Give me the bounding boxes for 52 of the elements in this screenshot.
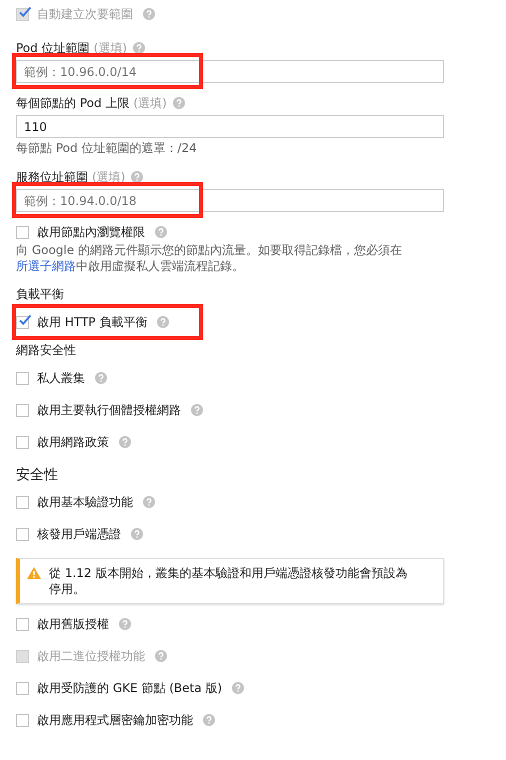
input-field[interactable]: 範例：10.96.0.0/14 — [16, 60, 444, 83]
help-icon[interactable] — [155, 226, 167, 238]
checkbox[interactable] — [16, 436, 29, 448]
checkbox-label: 啟用 HTTP 負載平衡 — [37, 314, 148, 330]
checkbox[interactable] — [16, 496, 29, 508]
help-icon[interactable] — [203, 714, 215, 726]
section-heading: 安全性 — [16, 466, 59, 484]
group-label: 負載平衡 — [16, 286, 65, 303]
checkbox[interactable] — [16, 316, 29, 328]
checkbox[interactable] — [16, 714, 29, 726]
description-text: 向 Google 的網路元件顯示您的節點內流量。如要取得記錄檔，您必須在 所選子網路中啟用虛擬私人雲端流程記錄。 — [16, 242, 403, 274]
help-icon[interactable] — [131, 528, 143, 540]
help-icon[interactable] — [143, 496, 155, 508]
optional-label: (選填) — [133, 94, 167, 112]
warning-icon — [27, 567, 41, 579]
checkbox[interactable] — [16, 682, 29, 694]
checkbox[interactable] — [16, 372, 29, 384]
checkbox-label: 啟用二進位授權功能 — [37, 648, 145, 664]
help-icon[interactable] — [191, 404, 203, 416]
help-icon[interactable] — [157, 316, 170, 328]
checkbox[interactable] — [16, 618, 29, 630]
checkbox-label: 啟用網路政策 — [37, 434, 109, 450]
help-icon[interactable] — [119, 436, 131, 448]
checkbox[interactable] — [16, 226, 29, 238]
field-label: 每個節點的 Pod 上限 — [16, 94, 130, 112]
hint-text: 每節點 Pod 位址範圍的遮罩：/24 — [16, 140, 198, 157]
checkbox[interactable] — [16, 404, 29, 416]
input-field[interactable]: 範例：10.94.0.0/18 — [16, 189, 444, 212]
help-icon[interactable] — [172, 97, 185, 109]
help-icon[interactable] — [119, 618, 131, 630]
help-icon[interactable] — [95, 372, 107, 384]
checkbox-label: 自動建立次要範圍 — [37, 6, 133, 22]
input-field[interactable]: 110 — [16, 115, 444, 138]
optional-label: (選填) — [94, 40, 127, 56]
help-icon[interactable] — [132, 42, 145, 54]
field-label: 服務位址範圍 — [16, 168, 88, 186]
checkbox-label: 私人叢集 — [37, 370, 85, 386]
help-icon[interactable] — [131, 171, 144, 183]
checkbox-label: 啟用基本驗證功能 — [37, 494, 133, 510]
optional-label: (選填) — [92, 168, 126, 186]
help-icon[interactable] — [232, 682, 244, 694]
checkbox-label: 啟用主要執行個體授權網路 — [37, 402, 181, 418]
checkbox-label: 核發用戶端憑證 — [37, 526, 121, 542]
checkbox-label: 啟用節點內瀏覽權限 — [37, 224, 145, 240]
field-label: Pod 位址範圍 — [16, 40, 90, 56]
checkbox-label: 啟用受防護的 GKE 節點 (Beta 版) — [37, 680, 222, 696]
warning-text: 從 1.12 版本開始，叢集的基本驗證和用戶端憑證核發功能會預設為停用。 — [49, 565, 408, 597]
checkbox-label: 啟用應用程式層密鑰加密功能 — [37, 712, 193, 728]
checkbox[interactable] — [16, 528, 29, 540]
subnet-link[interactable]: 所選子網路 — [16, 259, 76, 273]
checkbox-label: 啟用舊版授權 — [37, 616, 109, 632]
group-label: 網路安全性 — [16, 342, 77, 359]
